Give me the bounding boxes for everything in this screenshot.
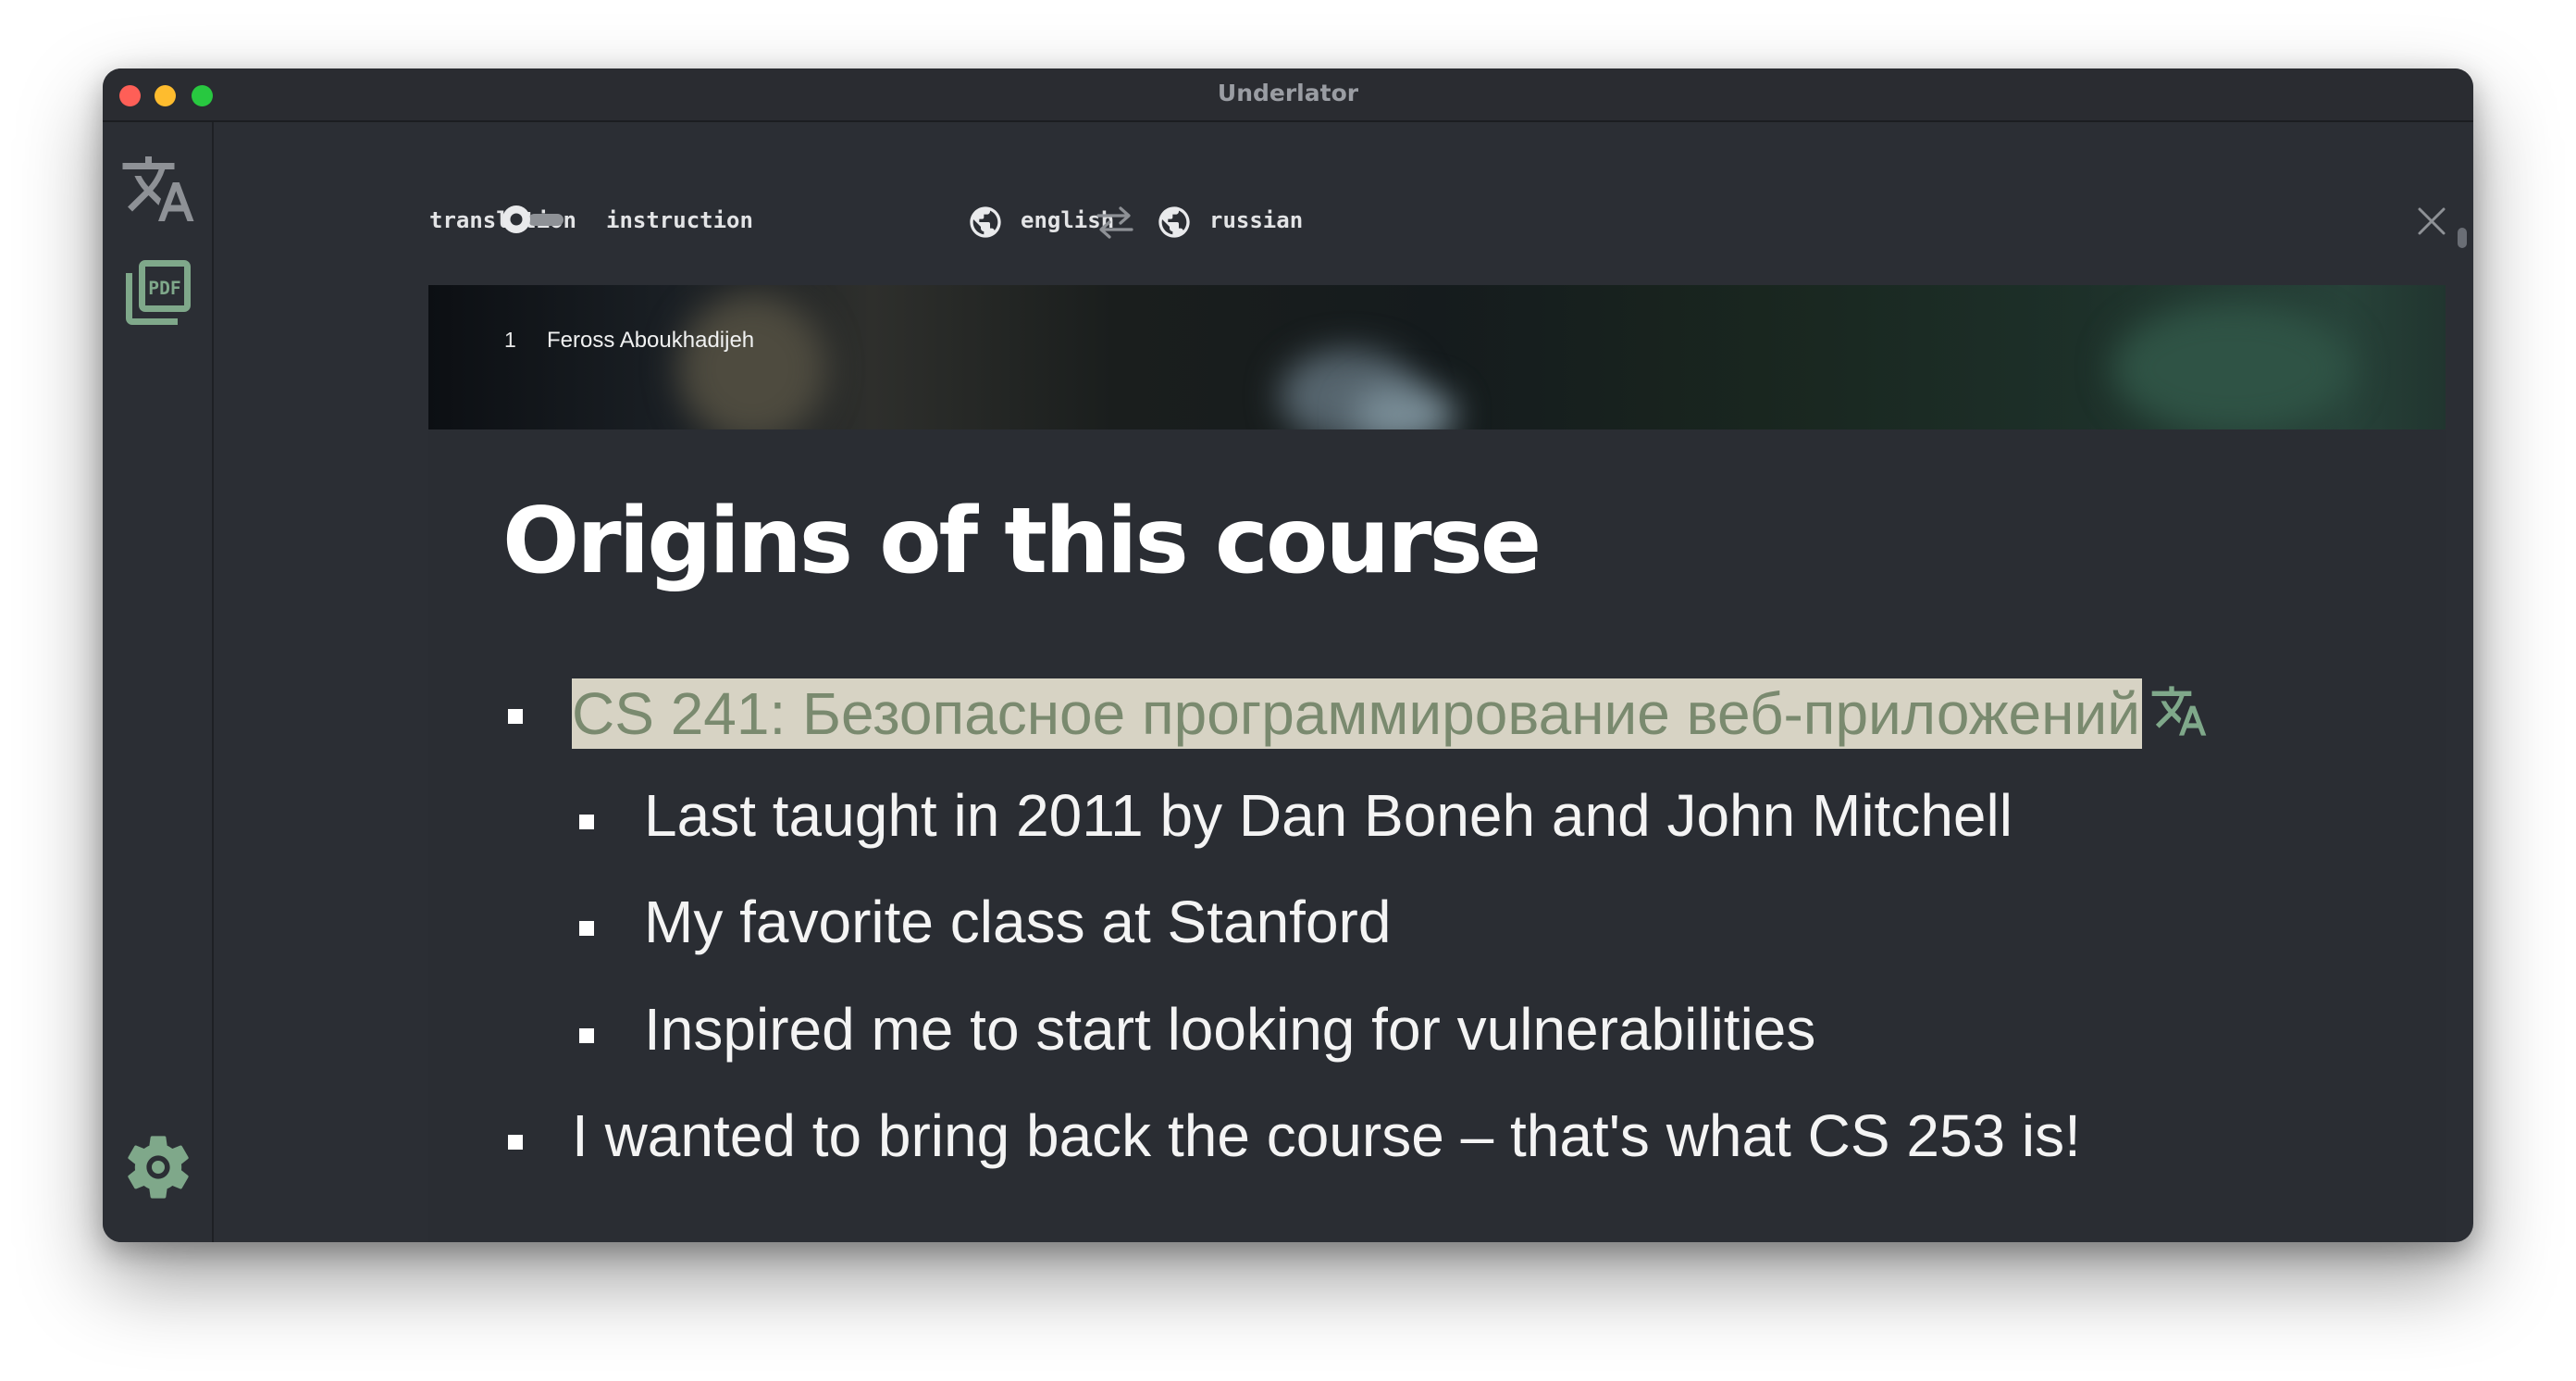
app-window: Underlator PDF translation <box>103 68 2473 1242</box>
bullet-marker <box>508 709 523 724</box>
mode-toggle[interactable] <box>501 204 567 235</box>
bullet-marker <box>508 1135 523 1150</box>
gear-icon[interactable] <box>119 1128 197 1206</box>
bullet-text: Last taught in 2011 by Dan Boneh and Joh… <box>644 782 2012 849</box>
slide-number: 1 <box>504 328 516 352</box>
bullet-text: My favorite class at Stanford <box>644 889 1392 955</box>
instruction-mode-label[interactable]: instruction <box>606 207 753 233</box>
translate-icon[interactable] <box>2149 681 2209 740</box>
translate-icon[interactable] <box>119 150 197 228</box>
swap-arrows-icon[interactable] <box>1095 204 1135 241</box>
author-name: Feross Aboukhadijeh <box>547 328 755 353</box>
target-language-label[interactable]: russian <box>1209 207 1303 233</box>
svg-text:PDF: PDF <box>148 278 180 299</box>
slide-title: Origins of this course <box>502 489 1542 594</box>
header-blur <box>678 294 826 429</box>
bullet-marker <box>579 921 594 936</box>
translated-bullet-text[interactable]: CS 241: Безопасное программирование веб-… <box>572 678 2142 749</box>
scrollbar-thumb[interactable] <box>2458 228 2467 248</box>
header-blur <box>2112 304 2353 429</box>
pdf-icon[interactable]: PDF <box>119 254 197 331</box>
bullet-text: Inspired me to start looking for vulnera… <box>644 996 1816 1063</box>
bullet-marker <box>579 1028 594 1043</box>
title-bar: Underlator <box>103 68 2473 122</box>
globe-icon[interactable] <box>967 204 1004 241</box>
close-icon[interactable] <box>2416 205 2447 237</box>
sidebar: PDF <box>103 122 214 1242</box>
window-title: Underlator <box>1217 80 1359 106</box>
bullet-text: I wanted to bring back the course – that… <box>572 1102 2081 1169</box>
globe-icon[interactable] <box>1156 204 1193 241</box>
slide: 1 Feross Aboukhadijeh Origins of this co… <box>428 285 2446 1242</box>
bullet-marker <box>579 815 594 829</box>
slide-header: 1 Feross Aboukhadijeh <box>428 285 2446 429</box>
